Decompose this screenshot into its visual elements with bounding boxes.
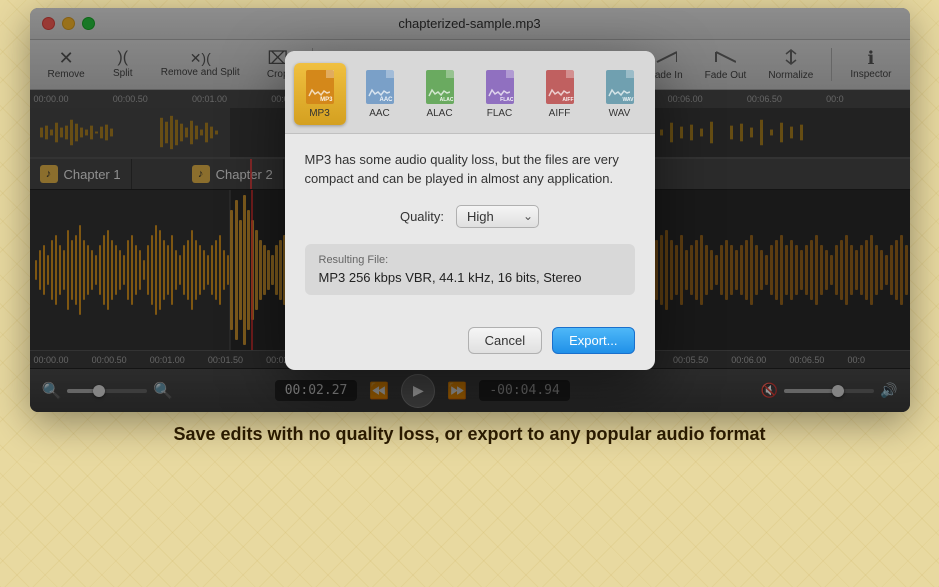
format-tab-mp3[interactable]: MP3 MP3 — [294, 63, 346, 125]
flac-icon: FLAC — [484, 69, 516, 105]
flac-label: FLAC — [487, 108, 513, 119]
resulting-value: MP3 256 kbps VBR, 44.1 kHz, 16 bits, Ste… — [319, 270, 621, 285]
format-tab-wav[interactable]: WAV WAV — [594, 63, 646, 125]
caption: Save edits with no quality loss, or expo… — [30, 424, 910, 445]
aiff-icon: AIFF — [544, 69, 576, 105]
mp3-icon: MP3 — [304, 69, 336, 105]
alac-label: ALAC — [426, 108, 452, 119]
wav-label: WAV — [609, 108, 631, 119]
resulting-file-box: Resulting File: MP3 256 kbps VBR, 44.1 k… — [305, 244, 635, 295]
quality-label: Quality: — [400, 209, 444, 224]
app-window: chapterized-sample.mp3 ✕ Remove )( Split… — [30, 8, 910, 412]
aac-label: AAC — [369, 108, 390, 119]
format-tab-aiff[interactable]: AIFF AIFF — [534, 63, 586, 125]
resulting-label: Resulting File: — [319, 254, 621, 266]
modal-footer: Cancel Export... — [285, 327, 655, 370]
quality-row: Quality: Low Medium High Best — [305, 205, 635, 228]
cancel-button[interactable]: Cancel — [468, 327, 542, 354]
modal-overlay: MP3 MP3 AAC AAC — [30, 8, 910, 412]
export-button[interactable]: Export... — [552, 327, 634, 354]
format-tabs: MP3 MP3 AAC AAC — [285, 51, 655, 134]
wav-icon: WAV — [604, 69, 636, 105]
quality-select[interactable]: Low Medium High Best — [456, 205, 539, 228]
alac-icon: ALAC — [424, 69, 456, 105]
format-tab-aac[interactable]: AAC AAC — [354, 63, 406, 125]
format-tab-alac[interactable]: ALAC ALAC — [414, 63, 466, 125]
quality-select-wrapper[interactable]: Low Medium High Best — [456, 205, 539, 228]
export-modal: MP3 MP3 AAC AAC — [285, 51, 655, 370]
modal-description: MP3 has some audio quality loss, but the… — [305, 150, 635, 189]
aac-icon: AAC — [364, 69, 396, 105]
aiff-label: AIFF — [549, 108, 571, 119]
mp3-label: MP3 — [309, 108, 330, 119]
format-tab-flac[interactable]: FLAC FLAC — [474, 63, 526, 125]
modal-body: MP3 has some audio quality loss, but the… — [285, 134, 655, 327]
